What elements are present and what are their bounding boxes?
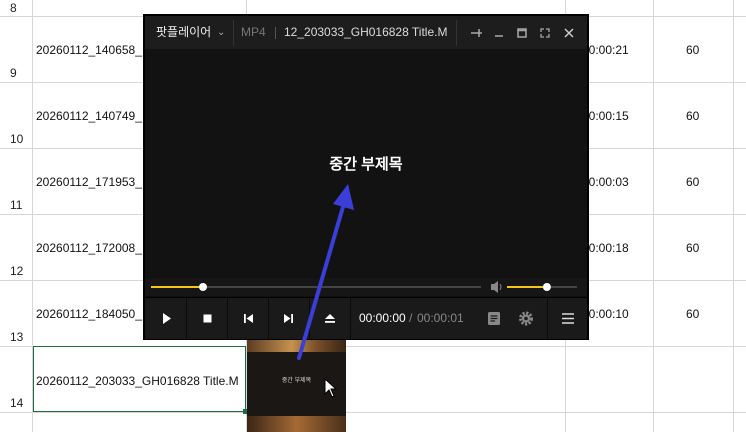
value-cell[interactable]: 60 <box>686 307 699 321</box>
row-number[interactable]: 10 <box>10 132 23 146</box>
chevron-down-icon[interactable]: ⌄ <box>217 16 225 49</box>
time-separator: / <box>409 311 413 325</box>
row-number[interactable]: 13 <box>10 330 23 344</box>
value-cell[interactable]: 60 <box>686 109 699 123</box>
eject-icon[interactable] <box>310 298 350 339</box>
speaker-icon[interactable] <box>491 281 502 293</box>
play-icon[interactable] <box>146 298 186 339</box>
close-icon[interactable] <box>561 25 577 41</box>
column-border <box>733 0 734 432</box>
stop-icon[interactable] <box>187 298 227 339</box>
thumbnail-food-image <box>247 416 346 432</box>
pin-icon[interactable] <box>468 25 484 41</box>
media-player-window: 팟플레이어 ⌄ MP4 12_203033_GH016828 Title.M 중… <box>143 14 589 340</box>
video-thumbnail[interactable]: 중간 부제목 <box>247 338 346 432</box>
divider <box>350 298 351 339</box>
duration-cell[interactable]: 00:00:10 <box>582 307 629 321</box>
row-number[interactable]: 14 <box>10 396 23 410</box>
filename-cell[interactable]: 20260112_140658_ <box>36 43 142 57</box>
next-icon[interactable] <box>269 298 309 339</box>
video-display[interactable]: 중간 부제목 <box>145 49 587 276</box>
fullscreen-icon[interactable] <box>537 25 553 41</box>
maximize-icon[interactable] <box>514 25 530 41</box>
player-titlebar[interactable]: 팟플레이어 ⌄ MP4 12_203033_GH016828 Title.M <box>145 16 587 49</box>
mouse-cursor-icon <box>324 378 338 398</box>
duration-cell[interactable]: 00:00:03 <box>582 175 629 189</box>
seek-bar-svg[interactable] <box>145 278 587 296</box>
divider <box>456 20 457 46</box>
total-time: 00:00:01 <box>417 311 464 325</box>
format-label: MP4 <box>241 25 266 39</box>
seek-row <box>145 278 587 296</box>
row-border <box>0 412 746 413</box>
divider <box>275 27 276 39</box>
duration-cell[interactable]: 00:00:15 <box>582 109 629 123</box>
row-number[interactable]: 8 <box>10 1 17 15</box>
row-number[interactable]: 9 <box>10 66 17 80</box>
current-time: 00:00:00 <box>359 311 406 325</box>
seek-bar-handle[interactable] <box>198 283 207 291</box>
divider <box>233 20 234 46</box>
filename-cell[interactable]: 20260112_140749_ <box>36 109 142 123</box>
previous-icon[interactable] <box>228 298 268 339</box>
filename-cell[interactable]: 20260112_184050_ <box>36 307 142 321</box>
column-border <box>653 0 654 432</box>
file-title: 12_203033_GH016828 Title.M <box>284 25 448 39</box>
minimize-icon[interactable] <box>491 25 507 41</box>
subtitle-text: 중간 부제목 <box>329 156 403 173</box>
gear-icon[interactable] <box>506 298 546 339</box>
selected-cell-border <box>33 346 246 412</box>
filename-cell[interactable]: 20260112_172008_ <box>36 241 142 255</box>
app-menu-button[interactable]: 팟플레이어 <box>156 16 211 49</box>
volume-bar-handle[interactable] <box>542 283 551 291</box>
thumbnail-food-image <box>247 338 346 352</box>
hamburger-menu-icon[interactable] <box>548 298 588 339</box>
value-cell[interactable]: 60 <box>686 43 699 57</box>
duration-cell[interactable]: 00:00:18 <box>582 241 629 255</box>
value-cell[interactable]: 60 <box>686 175 699 189</box>
row-number[interactable]: 12 <box>10 264 23 278</box>
filename-cell[interactable]: 20260112_171953_ <box>36 175 142 189</box>
control-bar: 00:00:00 / 00:00:01 <box>145 297 587 339</box>
value-cell[interactable]: 60 <box>686 241 699 255</box>
duration-cell[interactable]: 00:00:21 <box>582 43 629 57</box>
row-number[interactable]: 11 <box>10 198 22 212</box>
